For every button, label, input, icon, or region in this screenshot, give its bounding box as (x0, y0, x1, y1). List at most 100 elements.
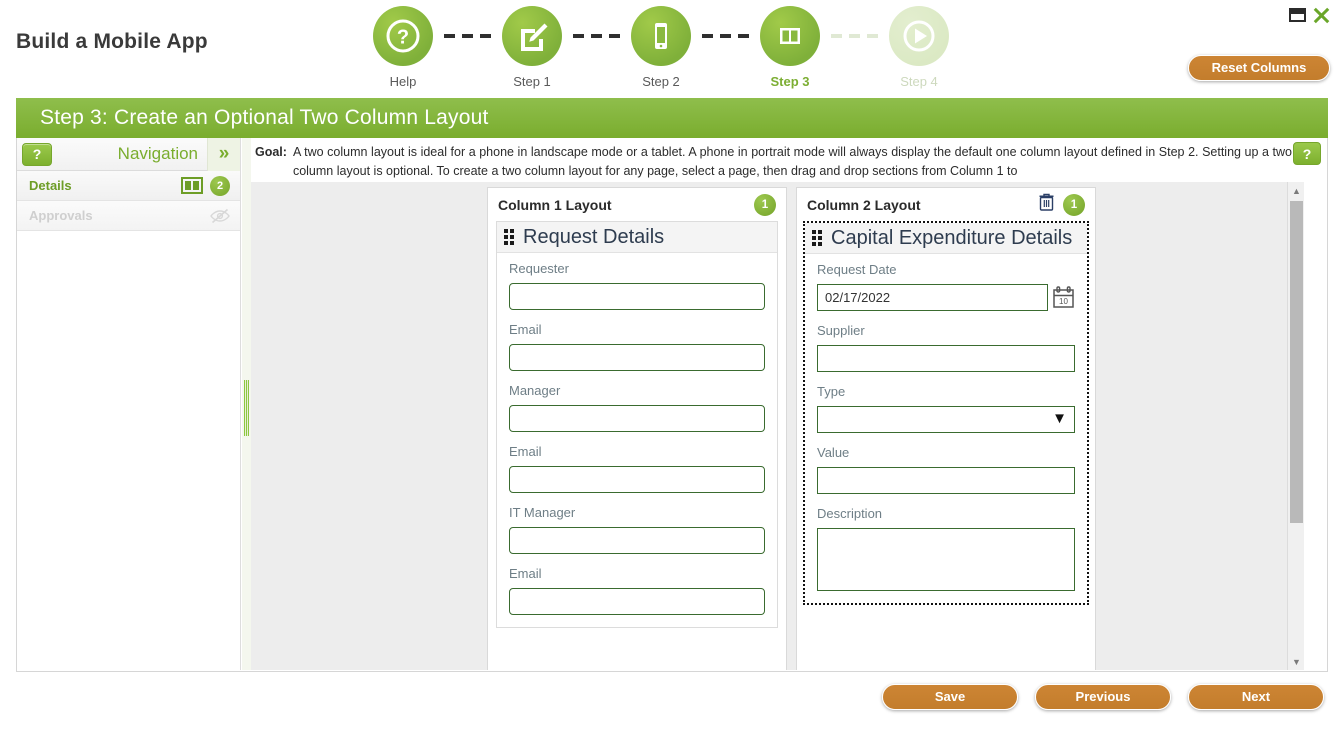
field-request-date: Request Date 02/17/2022 10 (817, 262, 1075, 311)
field-email-3: Email (509, 566, 765, 615)
mobile-phone-icon (631, 6, 691, 66)
stepper-label: Step 2 (642, 74, 680, 89)
content-area: ? Navigation » Details 2 Approvals Goal:… (16, 137, 1328, 672)
field-supplier: Supplier (817, 323, 1075, 372)
description-textarea[interactable] (817, 528, 1075, 591)
field-label: Email (509, 322, 542, 337)
manager-input[interactable] (509, 405, 765, 432)
section-header[interactable]: Capital Expenditure Details (805, 223, 1087, 254)
column-2-badge: 1 (1063, 193, 1085, 216)
field-description: Description (817, 506, 1075, 591)
field-label: Description (817, 506, 883, 521)
email-2-input[interactable] (509, 466, 765, 493)
field-label: Requester (509, 261, 569, 276)
field-manager: Manager (509, 383, 765, 432)
double-chevron-right-icon[interactable]: » (207, 137, 240, 171)
section-title: Request Details (523, 225, 665, 248)
column-1-badge: 1 (754, 193, 776, 216)
section-request-details[interactable]: Request Details Requester Email Manager … (496, 221, 778, 628)
field-label: Email (509, 566, 542, 581)
sidebar-item-label: Details (29, 178, 72, 193)
navigation-header: ? Navigation » (17, 137, 240, 171)
type-select-wrapper: ▼ (817, 406, 1075, 433)
question-mark-circle-icon: ? (373, 6, 433, 66)
stepper: ? Help Step 1 Step 2 Step 3 Step 4 (372, 6, 950, 89)
stepper-item-step-1[interactable]: Step 1 (501, 6, 563, 89)
field-label: Manager (509, 383, 561, 398)
field-label: Type (817, 384, 846, 399)
goal-text: A two column layout is ideal for a phone… (292, 145, 1292, 178)
window-controls (1289, 6, 1330, 24)
field-email-1: Email (509, 322, 765, 371)
field-label: Request Date (817, 262, 897, 277)
scrollbar-thumb[interactable] (1290, 201, 1303, 523)
sidebar-item-details[interactable]: Details 2 (17, 171, 240, 201)
value-input[interactable] (817, 467, 1075, 494)
status-badge: 2 (210, 175, 230, 196)
panel-splitter[interactable] (242, 138, 251, 670)
drag-handle-icon[interactable] (504, 229, 515, 245)
date-row: 02/17/2022 10 (817, 284, 1075, 311)
chevron-down-icon[interactable]: ▼ (1052, 410, 1067, 427)
stepper-label: Help (389, 74, 417, 89)
canvas-scrollbar[interactable]: ▲ ▼ (1287, 182, 1304, 670)
eye-off-icon (210, 208, 230, 224)
next-button[interactable]: Next (1188, 684, 1324, 710)
section-fields: Request Date 02/17/2022 10 Supplier Type… (805, 254, 1087, 591)
stepper-label: Step 1 (513, 74, 551, 89)
svg-text:?: ? (397, 27, 409, 49)
section-capital-expenditure-details[interactable]: Capital Expenditure Details Request Date… (803, 221, 1089, 605)
navigation-title: Navigation (117, 144, 198, 163)
stepper-connector (692, 6, 759, 66)
step-title: Step 3: Create an Optional Two Column La… (40, 106, 489, 129)
supplier-input[interactable] (817, 345, 1075, 372)
close-icon[interactable] (1312, 6, 1330, 24)
field-label: Email (509, 444, 542, 459)
page-title: Build a Mobile App (16, 30, 208, 53)
section-header[interactable]: Request Details (497, 222, 777, 253)
column-1-header: Column 1 Layout 1 (488, 188, 786, 221)
layout-canvas: Column 1 Layout 1 Request Details Reques… (251, 182, 1304, 670)
step-title-bar: Step 3: Create an Optional Two Column La… (16, 98, 1328, 138)
scroll-up-icon[interactable]: ▲ (1288, 182, 1304, 199)
stepper-connector (434, 6, 501, 66)
app-root: Build a Mobile App Reset Columns ? Help (0, 0, 1344, 730)
scroll-down-icon[interactable]: ▼ (1288, 653, 1304, 670)
stepper-label: Step 3 (770, 74, 810, 89)
email-3-input[interactable] (509, 588, 765, 615)
save-button[interactable]: Save (882, 684, 1018, 710)
stepper-item-help[interactable]: ? Help (372, 6, 434, 89)
top-bar: Build a Mobile App Reset Columns ? Help (0, 0, 1344, 96)
two-column-layout-icon (760, 6, 820, 66)
column-2-header: Column 2 Layout 1 (797, 188, 1095, 221)
minimize-icon[interactable] (1289, 8, 1306, 22)
requester-input[interactable] (509, 283, 765, 310)
field-email-2: Email (509, 444, 765, 493)
calendar-icon[interactable]: 10 (1052, 285, 1075, 310)
it-manager-input[interactable] (509, 527, 765, 554)
previous-button[interactable]: Previous (1035, 684, 1171, 710)
splitter-grip[interactable] (244, 380, 249, 436)
edit-pencil-icon (502, 6, 562, 66)
stepper-item-step-3[interactable]: Step 3 (759, 6, 821, 89)
footer-bar: Save Previous Next (0, 676, 1344, 730)
navigation-help-button[interactable]: ? (22, 142, 52, 166)
reset-columns-button[interactable]: Reset Columns (1188, 55, 1330, 81)
section-title: Capital Expenditure Details (831, 226, 1073, 249)
type-select[interactable] (817, 406, 1075, 433)
drag-handle-icon[interactable] (812, 230, 823, 246)
email-1-input[interactable] (509, 344, 765, 371)
request-date-input[interactable]: 02/17/2022 (817, 284, 1048, 311)
trash-icon[interactable] (1039, 193, 1054, 216)
goal-strip: Goal: A two column layout is ideal for a… (251, 138, 1304, 182)
stepper-item-step-4[interactable]: Step 4 (888, 6, 950, 89)
page-help-button[interactable]: ? (1293, 142, 1321, 165)
stepper-connector (563, 6, 630, 66)
field-label: IT Manager (509, 505, 576, 520)
two-column-icon (181, 177, 203, 194)
svg-text:10: 10 (1059, 297, 1068, 306)
field-label: Value (817, 445, 850, 460)
sidebar-item-approvals[interactable]: Approvals (17, 201, 240, 231)
sidebar-item-label: Approvals (29, 208, 93, 223)
stepper-item-step-2[interactable]: Step 2 (630, 6, 692, 89)
